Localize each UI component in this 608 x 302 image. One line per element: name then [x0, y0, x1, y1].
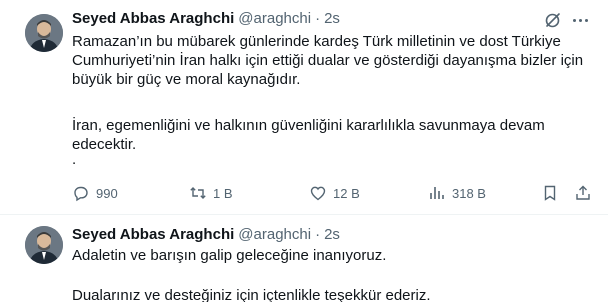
timestamp[interactable]: 2s: [324, 10, 340, 27]
tweet-text-paragraph: İran, egemenliğini ve halkının güvenliği…: [72, 117, 545, 153]
author-handle[interactable]: @araghchi: [238, 226, 311, 243]
tweet-text-paragraph: Adaletin ve barışın galip geleceğine ina…: [72, 247, 387, 264]
heart-icon: [310, 186, 326, 201]
divider: [0, 214, 608, 215]
tweet-text-paragraph: .: [72, 151, 77, 168]
reply-count: 990: [96, 185, 118, 201]
tweet-text-paragraph: Ramazan’ın bu mübarek günlerinde kardeş …: [72, 33, 584, 88]
retweet-button[interactable]: 1 B: [189, 183, 233, 203]
separator-dot: ·: [315, 9, 321, 27]
reply-icon: [74, 186, 88, 202]
retweet-icon: [190, 187, 206, 199]
tweet[interactable]: Seyed Abbas Araghchi @araghchi · 2s Adal…: [0, 216, 608, 302]
bookmark-button[interactable]: [541, 183, 559, 203]
avatar[interactable]: [25, 226, 63, 264]
share-icon: [576, 185, 590, 200]
views-button[interactable]: 318 B: [428, 183, 486, 203]
bookmark-icon: [544, 185, 556, 201]
author-name[interactable]: Seyed Abbas Araghchi: [72, 10, 234, 27]
retweet-count: 1 B: [213, 185, 233, 201]
tweet-text-paragraph: Dualarınız ve desteğiniz için içtenlikle…: [72, 287, 431, 302]
author-handle[interactable]: @araghchi: [238, 10, 311, 27]
timeline-feed: Seyed Abbas Araghchi @araghchi · 2s Rama…: [0, 0, 608, 302]
share-button[interactable]: [574, 183, 592, 203]
timestamp[interactable]: 2s: [324, 226, 340, 243]
tweet-actions: 990 1 B 12 B 318 B: [72, 183, 592, 203]
more-icon[interactable]: [570, 10, 590, 30]
views-count: 318 B: [452, 185, 486, 201]
author-name[interactable]: Seyed Abbas Araghchi: [72, 226, 234, 243]
like-button[interactable]: 12 B: [309, 183, 360, 203]
reply-button[interactable]: 990: [72, 183, 118, 203]
tweet-header: Seyed Abbas Araghchi @araghchi · 2s: [72, 8, 340, 28]
avatar[interactable]: [25, 14, 63, 52]
tweet[interactable]: Seyed Abbas Araghchi @araghchi · 2s Rama…: [0, 0, 608, 216]
like-count: 12 B: [333, 185, 360, 201]
separator-dot: ·: [315, 225, 321, 243]
views-icon: [430, 187, 444, 199]
grok-icon[interactable]: [544, 11, 562, 29]
tweet-header: Seyed Abbas Araghchi @araghchi · 2s: [72, 224, 340, 244]
